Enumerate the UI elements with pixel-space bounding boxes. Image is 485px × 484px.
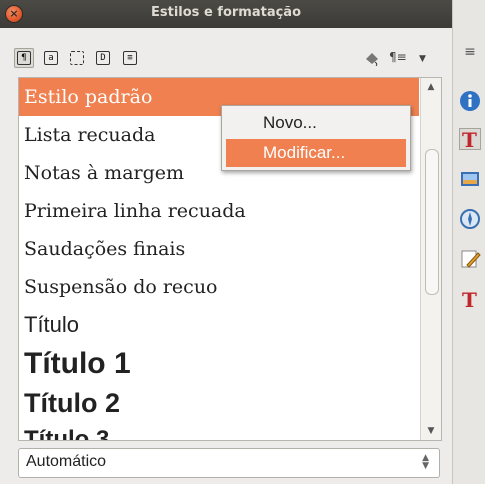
frame-styles-icon [70, 51, 84, 65]
list-item[interactable]: Primeira linha recuada [19, 192, 419, 230]
svg-text:T: T [462, 128, 477, 150]
paragraph-styles-button[interactable]: ¶ [14, 48, 34, 68]
style-filter-value: Automático [26, 453, 107, 470]
sidebar-menu-button[interactable]: ≡ [459, 44, 481, 66]
list-item[interactable]: Suspensão do recuo [19, 268, 419, 306]
styles-panel: ¶ a D ≡ ¶≡ ▼ Estilo padrão Lista recuada… [0, 28, 452, 484]
properties-icon [460, 91, 480, 111]
frame-styles-button[interactable] [67, 48, 87, 68]
style-toolbar: ¶ a D ≡ ¶≡ ▼ [14, 46, 444, 74]
sidebar-design-button[interactable]: T [459, 288, 481, 312]
design-icon: T [462, 288, 477, 312]
menu-item-new[interactable]: Novo... [226, 109, 406, 137]
title-bar: × Estilos e formatação [0, 0, 452, 28]
page-styles-button[interactable]: D [93, 48, 113, 68]
page-styles-icon: D [96, 51, 110, 65]
sidebar-deck: ≡ T T [452, 0, 485, 484]
fill-format-icon [366, 53, 378, 67]
list-item[interactable]: Título 3 [19, 422, 419, 440]
list-scrollbar[interactable]: ▲ ▼ [420, 78, 441, 440]
menu-icon: ≡ [464, 44, 476, 60]
scroll-down-icon[interactable]: ▼ [423, 424, 439, 438]
styles-icon: T [462, 128, 477, 152]
list-item[interactable]: Título 2 [19, 384, 419, 422]
fill-format-button[interactable] [364, 50, 380, 69]
sidebar-gallery-button[interactable] [459, 168, 481, 190]
new-style-button[interactable]: ¶≡ [389, 50, 407, 64]
character-styles-button[interactable]: a [41, 48, 61, 68]
list-styles-icon: ≡ [123, 51, 137, 65]
sidebar-styles-button[interactable]: T [459, 128, 481, 152]
scroll-up-icon[interactable]: ▲ [423, 80, 439, 94]
character-styles-icon: a [44, 51, 58, 65]
chevron-down-icon: ▼ [419, 54, 426, 64]
menu-item-modify[interactable]: Modificar... [226, 139, 406, 167]
style-filter-select[interactable]: Automático ▲ ▼ [18, 448, 440, 478]
sidebar-manage-changes-button[interactable] [459, 248, 481, 270]
manage-changes-icon [461, 250, 481, 268]
paragraph-styles-icon: ¶ [17, 51, 31, 65]
spinner-icon: ▲ ▼ [422, 453, 429, 471]
list-item[interactable]: Título 1 [19, 344, 419, 384]
gallery-icon [461, 172, 479, 186]
navigator-icon [460, 209, 480, 229]
svg-text:T: T [462, 288, 477, 310]
list-item[interactable]: Título [19, 306, 419, 344]
scroll-thumb[interactable] [425, 149, 439, 295]
window-title: Estilos e formatação [151, 5, 301, 20]
list-item[interactable]: Saudações finais [19, 230, 419, 268]
list-styles-button[interactable]: ≡ [120, 48, 140, 68]
context-menu: Novo... Modificar... [221, 105, 411, 171]
new-style-icon: ¶≡ [389, 50, 407, 64]
new-style-dropdown[interactable]: ▼ [419, 54, 426, 64]
sidebar-navigator-button[interactable] [459, 208, 481, 230]
sidebar-properties-button[interactable] [459, 90, 481, 112]
